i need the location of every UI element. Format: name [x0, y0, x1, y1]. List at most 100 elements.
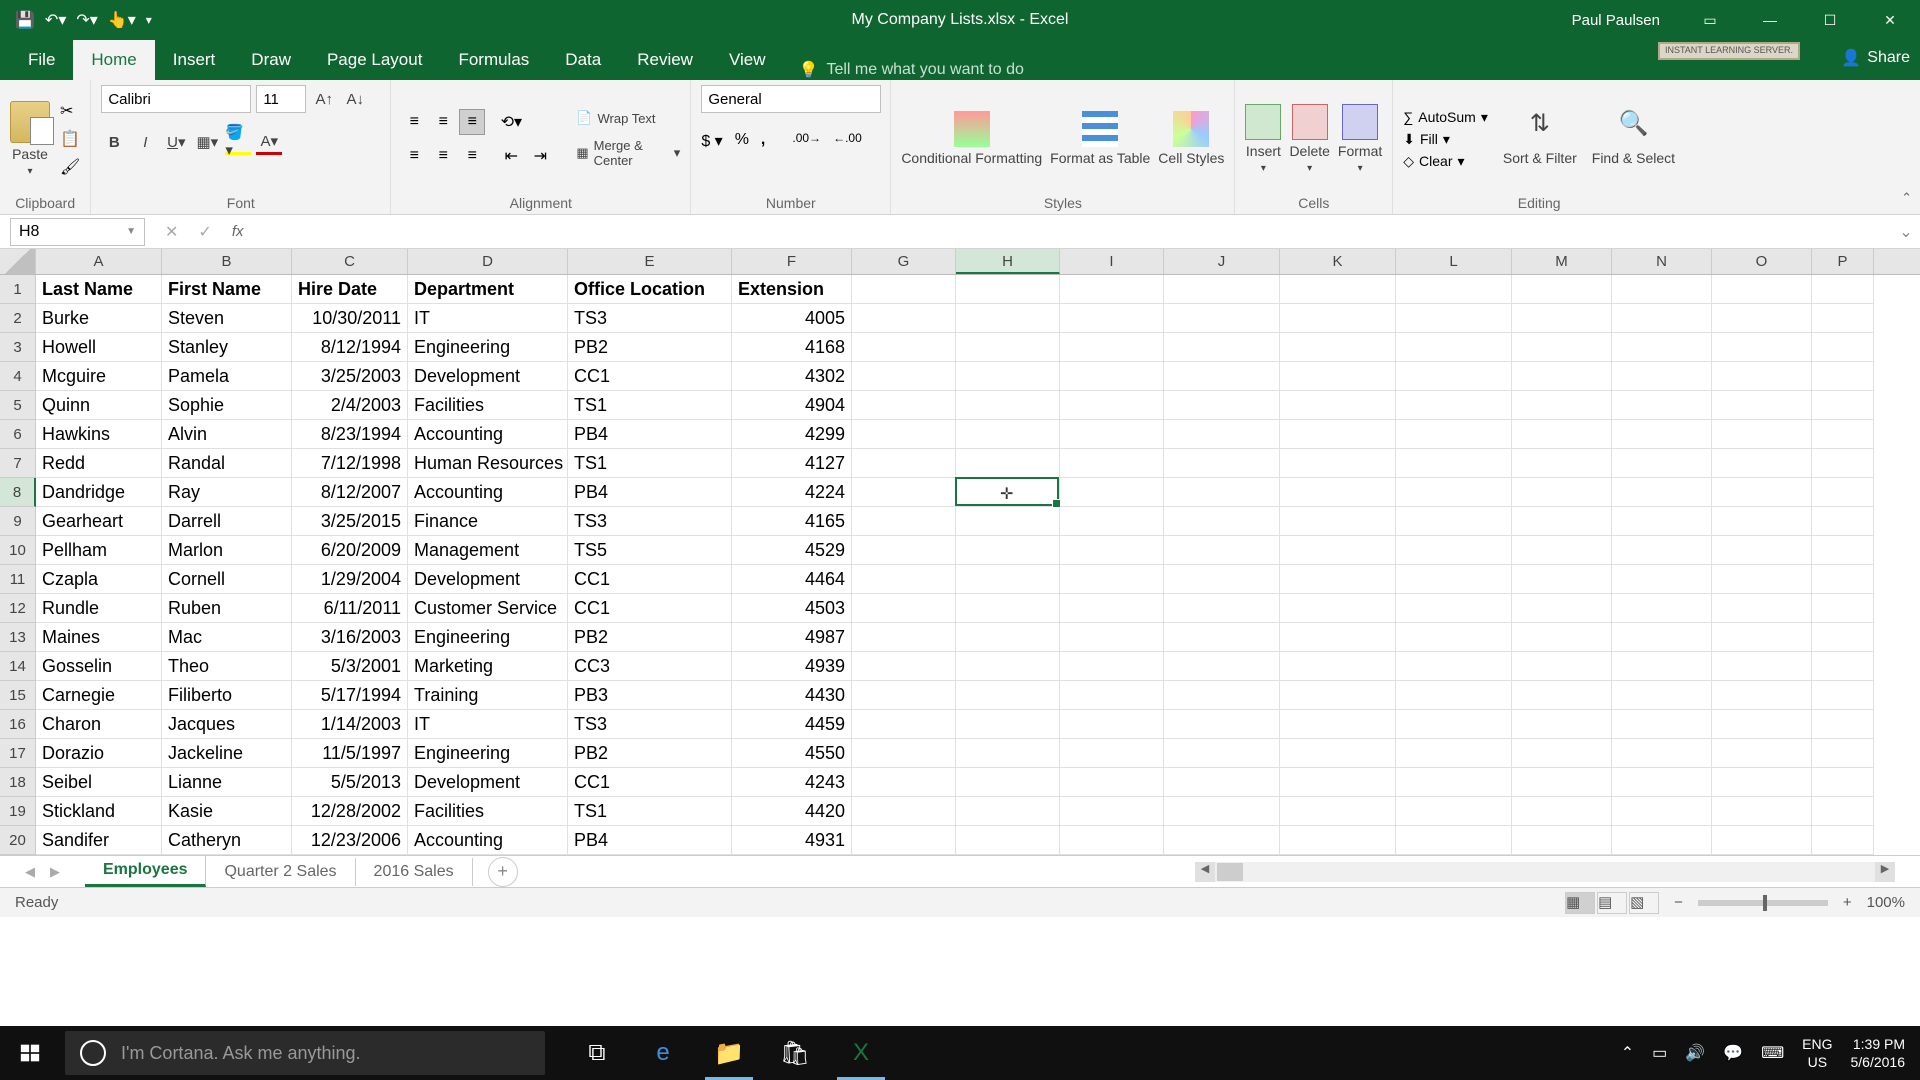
- redo-icon[interactable]: ↷▾: [76, 10, 97, 30]
- cell[interactable]: [1280, 449, 1396, 478]
- cell[interactable]: [852, 362, 956, 391]
- sheet-tab-employees[interactable]: Employees: [85, 856, 206, 887]
- cell[interactable]: [852, 275, 956, 304]
- cortana-search[interactable]: I'm Cortana. Ask me anything.: [65, 1031, 545, 1075]
- tab-home[interactable]: Home: [73, 40, 154, 80]
- fill-button[interactable]: ⬇Fill ▾: [1403, 131, 1488, 148]
- cell[interactable]: [1612, 710, 1712, 739]
- cell[interactable]: [1612, 507, 1712, 536]
- cell-styles-button[interactable]: Cell Styles: [1158, 111, 1224, 166]
- cell[interactable]: 8/23/1994: [292, 420, 408, 449]
- cell[interactable]: Jacques: [162, 710, 292, 739]
- cell[interactable]: [1164, 391, 1280, 420]
- cell[interactable]: [1812, 710, 1874, 739]
- cell[interactable]: TS3: [568, 507, 732, 536]
- cell[interactable]: Stickland: [36, 797, 162, 826]
- cell[interactable]: [852, 391, 956, 420]
- underline-button[interactable]: U▾: [163, 129, 189, 155]
- cell[interactable]: Engineering: [408, 333, 568, 362]
- cell[interactable]: Dorazio: [36, 739, 162, 768]
- cell[interactable]: [1396, 536, 1512, 565]
- cell[interactable]: 4464: [732, 565, 852, 594]
- tab-file[interactable]: File: [10, 40, 73, 80]
- cell[interactable]: [1280, 362, 1396, 391]
- align-right-icon[interactable]: ≡: [459, 143, 485, 169]
- cell[interactable]: [1712, 826, 1812, 855]
- cell[interactable]: [1280, 797, 1396, 826]
- cell[interactable]: [1396, 768, 1512, 797]
- align-bottom-icon[interactable]: ≡: [459, 109, 485, 135]
- tab-scroll-right-icon[interactable]: ▶: [50, 864, 60, 880]
- keyboard-icon[interactable]: ⌨: [1761, 1043, 1784, 1063]
- cell[interactable]: [1712, 449, 1812, 478]
- cell[interactable]: [1612, 391, 1712, 420]
- increase-font-icon[interactable]: A↑: [311, 86, 337, 112]
- cell[interactable]: Marlon: [162, 536, 292, 565]
- formula-input[interactable]: [253, 218, 1892, 246]
- cell[interactable]: [1060, 652, 1164, 681]
- cell[interactable]: [1396, 826, 1512, 855]
- orientation-icon[interactable]: ⟲▾: [498, 109, 524, 135]
- cell[interactable]: Alvin: [162, 420, 292, 449]
- align-middle-icon[interactable]: ≡: [430, 109, 456, 135]
- cell[interactable]: [1712, 768, 1812, 797]
- cell[interactable]: [956, 797, 1060, 826]
- column-header[interactable]: F: [732, 249, 852, 274]
- row-header[interactable]: 19: [0, 797, 36, 826]
- cell[interactable]: [1060, 594, 1164, 623]
- cell[interactable]: [1712, 536, 1812, 565]
- edge-browser-icon[interactable]: e: [631, 1026, 695, 1080]
- cell[interactable]: [1396, 391, 1512, 420]
- cell[interactable]: 4503: [732, 594, 852, 623]
- cell[interactable]: [1060, 275, 1164, 304]
- cell[interactable]: [1280, 623, 1396, 652]
- column-header[interactable]: D: [408, 249, 568, 274]
- normal-view-icon[interactable]: ▦: [1565, 892, 1595, 914]
- cell[interactable]: Customer Service: [408, 594, 568, 623]
- cell[interactable]: Mac: [162, 623, 292, 652]
- delete-cells-button[interactable]: Delete▾: [1289, 104, 1329, 174]
- clear-button[interactable]: ◇Clear ▾: [1403, 153, 1488, 170]
- format-as-table-button[interactable]: Format as Table: [1050, 111, 1150, 166]
- cell[interactable]: Dandridge: [36, 478, 162, 507]
- cell[interactable]: 8/12/1994: [292, 333, 408, 362]
- cell[interactable]: [1512, 826, 1612, 855]
- cell[interactable]: [1812, 768, 1874, 797]
- cell[interactable]: [1164, 710, 1280, 739]
- column-header[interactable]: J: [1164, 249, 1280, 274]
- column-header[interactable]: K: [1280, 249, 1396, 274]
- cell[interactable]: [1812, 333, 1874, 362]
- file-explorer-icon[interactable]: 📁: [697, 1026, 761, 1080]
- cell[interactable]: Randal: [162, 449, 292, 478]
- accounting-format-icon[interactable]: $ ▾: [701, 131, 722, 151]
- cell[interactable]: Charon: [36, 710, 162, 739]
- row-header[interactable]: 7: [0, 449, 36, 478]
- row-header[interactable]: 11: [0, 565, 36, 594]
- find-select-button[interactable]: 🔍Find & Select: [1592, 111, 1675, 166]
- cell[interactable]: [1060, 391, 1164, 420]
- cell[interactable]: [1512, 623, 1612, 652]
- cell[interactable]: Accounting: [408, 826, 568, 855]
- cell[interactable]: [852, 623, 956, 652]
- cell[interactable]: [1164, 739, 1280, 768]
- cell[interactable]: 4302: [732, 362, 852, 391]
- cell[interactable]: Office Location: [568, 275, 732, 304]
- cell[interactable]: Sophie: [162, 391, 292, 420]
- qat-customize-icon[interactable]: ▾: [146, 13, 152, 27]
- cell[interactable]: [1712, 797, 1812, 826]
- cell[interactable]: [1812, 507, 1874, 536]
- cell[interactable]: [1712, 681, 1812, 710]
- cell[interactable]: 4987: [732, 623, 852, 652]
- cell[interactable]: [852, 710, 956, 739]
- new-sheet-button[interactable]: +: [488, 857, 518, 887]
- row-header[interactable]: 9: [0, 507, 36, 536]
- cell[interactable]: [1512, 391, 1612, 420]
- cell[interactable]: [1512, 768, 1612, 797]
- cell[interactable]: [1280, 304, 1396, 333]
- cell[interactable]: Redd: [36, 449, 162, 478]
- autosum-button[interactable]: ∑AutoSum ▾: [1403, 109, 1488, 126]
- cell[interactable]: 6/20/2009: [292, 536, 408, 565]
- cell[interactable]: 1/29/2004: [292, 565, 408, 594]
- cell[interactable]: [1612, 478, 1712, 507]
- cell[interactable]: 12/23/2006: [292, 826, 408, 855]
